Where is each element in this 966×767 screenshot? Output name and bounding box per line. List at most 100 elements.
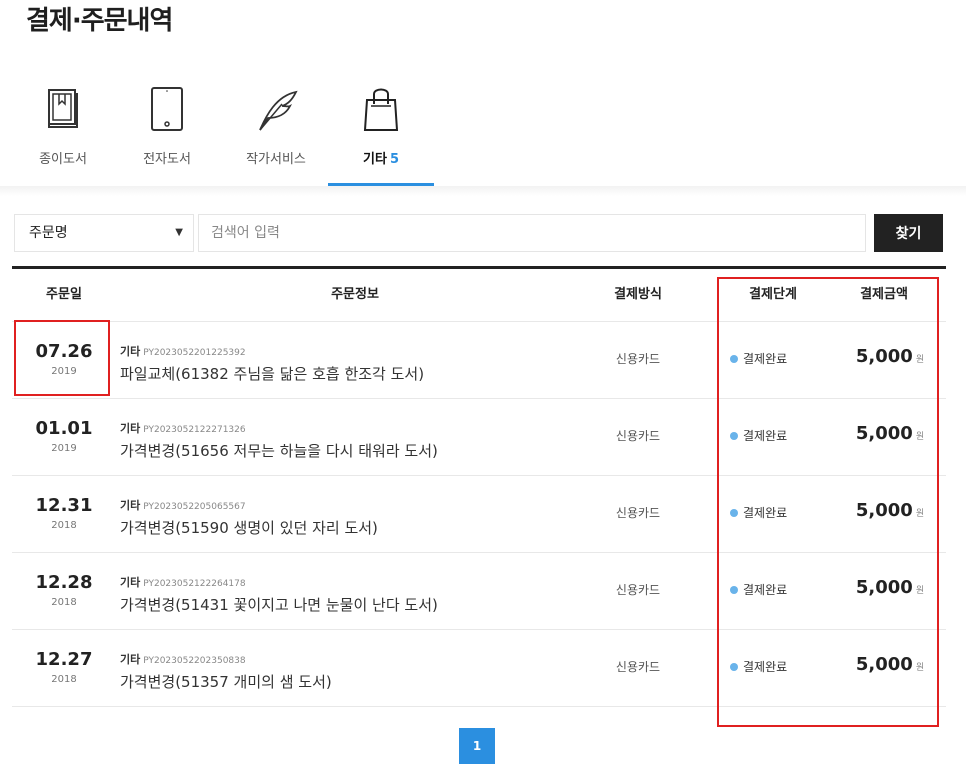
payment-method: 신용카드: [615, 583, 661, 597]
order-category: 기타: [120, 576, 141, 589]
payment-method: 신용카드: [615, 506, 661, 520]
tab-etc[interactable]: 기타 5: [328, 72, 434, 186]
payment-method: 신용카드: [615, 660, 661, 674]
order-title[interactable]: 파일교체(61382 주님을 닮은 호흡 한조각 도서): [120, 363, 590, 384]
tabs-divider: [0, 186, 966, 196]
payment-amount: 5,000 원: [842, 346, 938, 367]
payment-amount-value: 5,000: [855, 423, 913, 444]
search-field-select[interactable]: 주문명 ▼: [14, 214, 194, 252]
order-category: 기타: [120, 422, 141, 435]
order-id: PY2023052122264178: [143, 579, 246, 589]
table-row[interactable]: 12.31 2018 기타 PY2023052205065567 가격변경(51590 …: [12, 476, 946, 553]
order-date-day: 12.27: [35, 649, 93, 670]
order-info: 기타 PY2023052205065567 가격변경(51590 생명이 있던 자리…: [120, 494, 590, 538]
table-row[interactable]: 07.26 2019 기타 PY2023052201225392 파일교체(61382 …: [12, 322, 946, 399]
table-row[interactable]: 12.27 2018 기타 PY2023052202350838 가격변경(51357 …: [12, 630, 946, 707]
order-id: PY2023052205065567: [143, 502, 246, 512]
payment-amount: 5,000 원: [842, 654, 938, 675]
header-payment-step: 결제단계: [749, 287, 797, 302]
payment-amount-value: 5,000: [855, 577, 913, 598]
order-title[interactable]: 가격변경(51656 저무는 하늘을 다시 태워라 도서): [120, 440, 590, 461]
search-field-select-value: 주문명: [29, 225, 68, 241]
table-row[interactable]: 12.28 2018 기타 PY2023052122264178 가격변경(51431 …: [12, 553, 946, 630]
order-info: 기타 PY2023052201225392 파일교체(61382 주님을 닮은 호흡…: [120, 340, 590, 384]
order-id: PY2023052122271326: [143, 425, 246, 435]
tab-ebooks[interactable]: 전자도서: [124, 72, 210, 186]
table-header: 주문일 주문정보 결제방식 결제단계 결제금액: [12, 269, 946, 322]
order-date: 12.27 2018: [12, 630, 116, 706]
tab-label: 기타 5: [328, 148, 434, 167]
order-info: 기타 PY2023052202350838 가격변경(51357 개미의 샘 도서): [120, 648, 590, 692]
status-dot-icon: [730, 432, 738, 440]
payment-amount-value: 5,000: [855, 654, 913, 675]
shopping-bag-icon: [363, 88, 399, 131]
payment-status: 결제완료: [730, 504, 787, 521]
payment-amount: 5,000 원: [842, 423, 938, 444]
tablet-icon: [151, 87, 183, 131]
table-row[interactable]: 01.01 2019 기타 PY2023052122271326 가격변경(51656 …: [12, 399, 946, 476]
payment-amount-unit: 원: [915, 509, 925, 519]
header-order-date: 주문일: [46, 287, 82, 302]
payment-status-label: 결제완료: [743, 506, 788, 520]
payment-method: 신용카드: [615, 429, 661, 443]
payment-status-label: 결제완료: [743, 660, 788, 674]
tab-label-text: 기타: [363, 152, 387, 167]
page-title: 결제·주문내역: [26, 6, 173, 36]
chevron-down-icon: ▼: [175, 227, 183, 238]
order-title[interactable]: 가격변경(51431 꽃이지고 나면 눈물이 난다 도서): [120, 594, 590, 615]
tab-label: 전자도서: [143, 152, 191, 167]
order-date: 01.01 2019: [12, 399, 116, 475]
order-date-day: 01.01: [35, 418, 93, 439]
payment-status-label: 결제완료: [743, 583, 788, 597]
order-date-year: 2018: [51, 674, 77, 685]
payment-status-label: 결제완료: [743, 429, 788, 443]
order-date: 12.28 2018: [12, 553, 116, 629]
order-id: PY2023052202350838: [143, 656, 246, 666]
payment-status-label: 결제완료: [743, 352, 788, 366]
header-payment-amount: 결제금액: [860, 287, 908, 302]
order-date-day: 12.28: [35, 572, 93, 593]
payment-amount-unit: 원: [915, 663, 925, 673]
header-payment-method: 결제방식: [614, 287, 662, 302]
payment-amount: 5,000 원: [842, 500, 938, 521]
order-date-year: 2019: [51, 443, 77, 454]
order-category: 기타: [120, 499, 141, 512]
order-date-year: 2018: [51, 520, 77, 531]
payment-amount-unit: 원: [915, 586, 925, 596]
order-date-year: 2019: [51, 366, 77, 377]
order-category: 기타: [120, 345, 141, 358]
order-date-day: 07.26: [35, 341, 93, 362]
tab-label: 종이도서: [39, 152, 87, 167]
payment-method: 신용카드: [615, 352, 661, 366]
tab-paper-books[interactable]: 종이도서: [18, 72, 108, 186]
order-title[interactable]: 가격변경(51357 개미의 샘 도서): [120, 671, 590, 692]
status-dot-icon: [730, 586, 738, 594]
book-icon: [48, 89, 78, 128]
order-title[interactable]: 가격변경(51590 생명이 있던 자리 도서): [120, 517, 590, 538]
search-button[interactable]: 찾기: [874, 214, 943, 252]
pagination-page-button[interactable]: 1: [459, 728, 495, 764]
payment-status: 결제완료: [730, 427, 787, 444]
payment-amount-unit: 원: [915, 432, 925, 442]
status-dot-icon: [730, 355, 738, 363]
status-dot-icon: [730, 509, 738, 517]
payment-status: 결제완료: [730, 350, 787, 367]
search-input[interactable]: [198, 214, 866, 252]
payment-amount: 5,000 원: [842, 577, 938, 598]
payment-status: 결제완료: [730, 581, 787, 598]
payment-status: 결제완료: [730, 658, 787, 675]
table-body: 07.26 2019 기타 PY2023052201225392 파일교체(61382 …: [12, 322, 946, 707]
header-order-info: 주문정보: [331, 287, 379, 302]
tab-label: 작가서비스: [246, 152, 306, 167]
order-table: 주문일 주문정보 결제방식 결제단계 결제금액 07.26 2019 기타 PY202…: [12, 266, 946, 707]
order-date: 12.31 2018: [12, 476, 116, 552]
order-date-year: 2018: [51, 597, 77, 608]
tab-author-services[interactable]: 작가서비스: [226, 72, 326, 186]
payment-amount-value: 5,000: [855, 346, 913, 367]
quill-icon: [259, 90, 298, 131]
order-id: PY2023052201225392: [143, 348, 246, 358]
order-date-day: 12.31: [35, 495, 93, 516]
payment-amount-unit: 원: [915, 355, 925, 365]
order-date: 07.26 2019: [12, 322, 116, 398]
order-info: 기타 PY2023052122271326 가격변경(51656 저무는 하늘을 다…: [120, 417, 590, 461]
